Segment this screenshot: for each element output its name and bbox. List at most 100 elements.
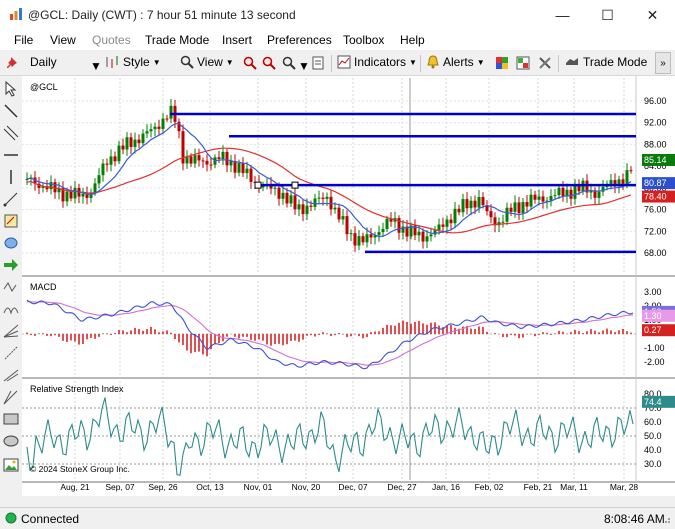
trade-mode-label: Trade Mode bbox=[583, 55, 648, 69]
channel-icon[interactable] bbox=[3, 125, 19, 141]
candle-body bbox=[341, 216, 345, 220]
candle-body bbox=[273, 187, 277, 189]
arrow-icon[interactable] bbox=[3, 257, 19, 273]
vertical-line-icon[interactable] bbox=[3, 169, 19, 185]
x-axis-label: Feb, 21 bbox=[524, 482, 553, 492]
fan-icon[interactable] bbox=[3, 323, 19, 339]
rsi-axis-label: 60.0 bbox=[644, 417, 662, 427]
indicators-icon bbox=[337, 55, 351, 69]
candle-body bbox=[153, 126, 157, 130]
macd-axis-label: -2.00 bbox=[644, 357, 665, 367]
title-bar: @GCL: Daily (CWT) : 7 hour 51 minute 13 … bbox=[0, 0, 675, 30]
page-icon[interactable] bbox=[311, 56, 325, 70]
price-axis-label: 76.00 bbox=[644, 205, 667, 215]
candle-body bbox=[549, 195, 553, 201]
chart-canvas[interactable]: 96.0092.0088.0084.0080.0076.0072.0068.00… bbox=[22, 76, 675, 496]
candle-body bbox=[125, 137, 129, 150]
candle-body bbox=[629, 170, 633, 172]
pattern-icon[interactable] bbox=[3, 279, 19, 295]
candle-body bbox=[529, 194, 533, 207]
macd-label: MACD bbox=[30, 282, 57, 292]
view-dropdown[interactable]: View ▼ bbox=[180, 55, 234, 69]
candle-body bbox=[229, 161, 233, 166]
menu-help[interactable]: Help bbox=[400, 33, 425, 47]
fib-icon[interactable] bbox=[3, 345, 19, 361]
status-bar: Connected 8:08:46 AM bbox=[0, 507, 675, 529]
trade-mode-button[interactable]: Trade Mode bbox=[564, 55, 647, 69]
resize-grip-icon[interactable] bbox=[661, 514, 671, 524]
candle-body bbox=[425, 236, 429, 242]
candle-body bbox=[469, 200, 473, 209]
menu-insert[interactable]: Insert bbox=[222, 33, 252, 47]
candle-body bbox=[377, 232, 381, 236]
candle-body bbox=[353, 233, 357, 246]
candle-body bbox=[69, 191, 73, 199]
candle-body bbox=[449, 219, 453, 224]
picture-icon[interactable] bbox=[3, 457, 19, 473]
minimize-button[interactable]: — bbox=[540, 0, 585, 30]
maximize-button[interactable]: ☐ bbox=[585, 0, 630, 30]
close-button[interactable]: ✕ bbox=[630, 0, 675, 30]
candle-body bbox=[565, 189, 569, 196]
style-dropdown[interactable]: Style ▼ bbox=[104, 55, 161, 69]
candle-body bbox=[509, 207, 513, 212]
pitchfork-icon[interactable] bbox=[3, 367, 19, 383]
connection-status: Connected bbox=[21, 512, 80, 526]
menu-quotes[interactable]: Quotes bbox=[92, 33, 131, 47]
candle-body bbox=[301, 204, 305, 215]
oval-icon[interactable] bbox=[3, 433, 19, 449]
candle-body bbox=[161, 118, 165, 129]
rsi-axis-label: 30.0 bbox=[644, 459, 662, 469]
toolbar-separator bbox=[331, 55, 332, 72]
color-grid-icon[interactable] bbox=[495, 56, 509, 70]
candle-body bbox=[101, 163, 105, 176]
menu-view[interactable]: View bbox=[50, 33, 76, 47]
x-axis-label: Sep, 26 bbox=[148, 482, 178, 492]
indicators-dropdown[interactable]: Indicators ▼ bbox=[337, 55, 417, 69]
zoom-chevron-icon[interactable]: ▼ bbox=[298, 59, 310, 73]
ray-icon[interactable] bbox=[3, 191, 19, 207]
ma-fast-badge: 80.87 bbox=[644, 178, 667, 188]
zoom-out-icon[interactable] bbox=[262, 56, 276, 70]
alerts-dropdown[interactable]: Alerts ▼ bbox=[426, 55, 485, 69]
candle-body bbox=[357, 236, 361, 246]
rectangle-icon[interactable] bbox=[3, 411, 19, 427]
macd-signal-badge: 1.30 bbox=[644, 311, 662, 321]
menu-trade-mode[interactable]: Trade Mode bbox=[145, 33, 209, 47]
candle-body bbox=[157, 126, 161, 129]
menu-file[interactable]: File bbox=[14, 33, 33, 47]
interval-chevron-icon[interactable]: ▼ bbox=[90, 59, 102, 73]
layout-icon[interactable] bbox=[516, 56, 530, 70]
candle-body bbox=[461, 199, 465, 213]
interval-dropdown[interactable]: Daily bbox=[30, 55, 57, 69]
chart-area[interactable]: 96.0092.0088.0084.0080.0076.0072.0068.00… bbox=[22, 76, 675, 496]
candle-body bbox=[445, 219, 449, 227]
candle-body bbox=[309, 205, 313, 207]
candle-body bbox=[609, 180, 613, 184]
candle-body bbox=[225, 151, 229, 166]
gann-icon[interactable] bbox=[3, 389, 19, 405]
menu-bar: File View Quotes Trade Mode Insert Prefe… bbox=[0, 30, 675, 50]
horizontal-line-icon[interactable] bbox=[3, 147, 19, 163]
pin-icon[interactable] bbox=[6, 56, 20, 70]
zoom-in-icon[interactable] bbox=[243, 56, 257, 70]
cycle-icon[interactable] bbox=[3, 301, 19, 317]
window-title: @GCL: Daily (CWT) : 7 hour 51 minute 13 … bbox=[28, 8, 296, 22]
candle-body bbox=[73, 187, 77, 199]
ellipse-icon[interactable] bbox=[3, 235, 19, 251]
zoom-menu-icon[interactable] bbox=[282, 56, 296, 70]
trendline-icon[interactable] bbox=[3, 103, 19, 119]
candle-body bbox=[241, 163, 245, 174]
connected-status-icon bbox=[5, 512, 17, 524]
candle-body bbox=[121, 145, 125, 150]
candle-body bbox=[65, 191, 69, 202]
toolbar-overflow-icon[interactable]: » bbox=[655, 52, 671, 74]
candle-body bbox=[481, 197, 485, 206]
note-icon[interactable] bbox=[3, 213, 19, 229]
menu-preferences[interactable]: Preferences bbox=[267, 33, 332, 47]
menu-toolbox[interactable]: Toolbox bbox=[343, 33, 384, 47]
tools-icon[interactable] bbox=[538, 56, 552, 70]
candle-body bbox=[525, 202, 529, 207]
pointer-icon[interactable] bbox=[3, 81, 19, 97]
candle-body bbox=[369, 234, 373, 238]
